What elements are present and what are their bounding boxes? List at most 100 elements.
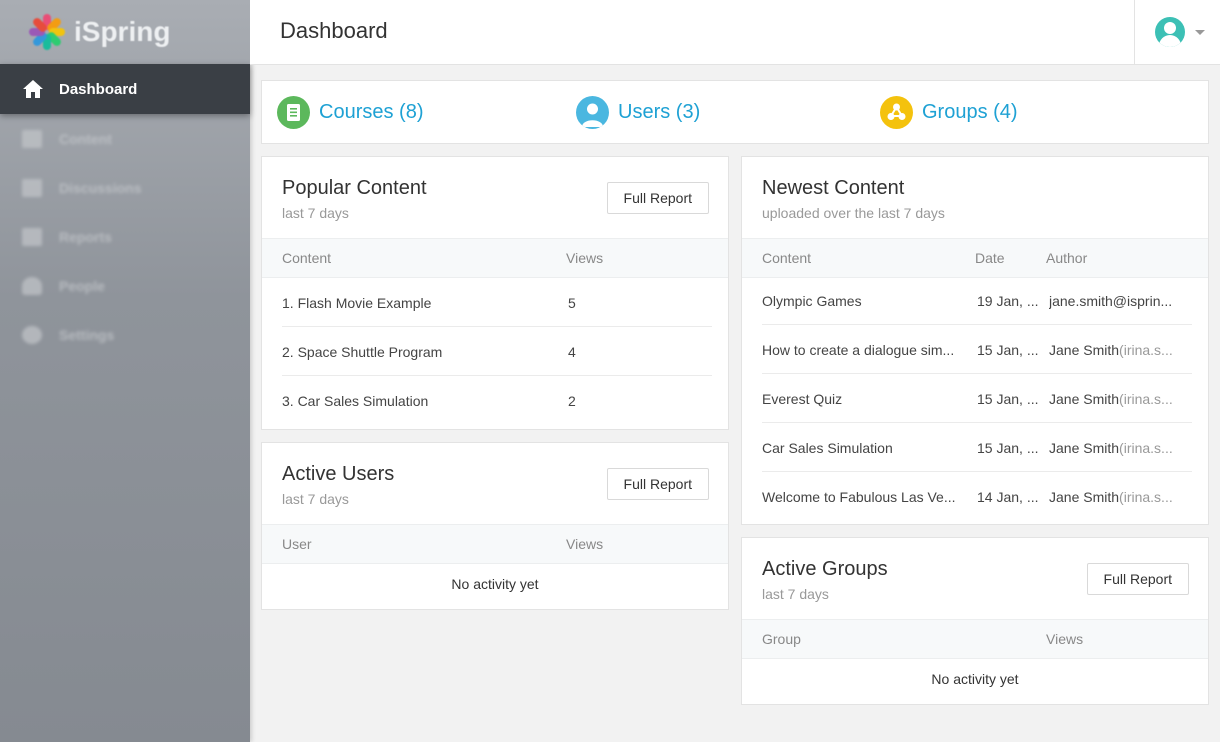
- table-row[interactable]: Everest Quiz 15 Jan, ... Jane Smith(irin…: [762, 374, 1192, 423]
- courses-link[interactable]: Courses (8): [277, 96, 423, 129]
- panel-subtitle: last 7 days: [762, 586, 829, 602]
- popular-content-panel: Popular Content last 7 days Full Report …: [261, 156, 729, 430]
- views-cell: 5: [568, 295, 576, 311]
- author-name: Jane Smith: [1049, 489, 1120, 505]
- sidebar-item-settings[interactable]: Settings: [0, 310, 250, 359]
- author-login: (irina.s...: [1119, 440, 1173, 456]
- author-login: (irina.s...: [1119, 342, 1173, 358]
- content-cell[interactable]: 3. Car Sales Simulation: [282, 393, 428, 409]
- page-title: Dashboard: [280, 18, 388, 43]
- panel-title: Popular Content: [282, 177, 427, 199]
- column-header-views[interactable]: Views: [1046, 631, 1083, 647]
- summary-bar: Courses (8) Users (3) Groups (4): [261, 80, 1209, 144]
- table-row[interactable]: Olympic Games 19 Jan, ... jane.smith@isp…: [762, 276, 1192, 325]
- empty-state: No activity yet: [451, 576, 539, 592]
- panel-subtitle: last 7 days: [282, 205, 349, 221]
- sidebar-item-people[interactable]: People: [0, 261, 250, 310]
- users-icon: [576, 96, 609, 129]
- table-header: User Views: [262, 524, 728, 564]
- home-icon: [23, 80, 43, 98]
- full-report-button[interactable]: Full Report: [1086, 563, 1189, 595]
- author-cell: Jane Smith(irina.s...: [1049, 342, 1192, 358]
- users-link[interactable]: Users (3): [576, 96, 700, 129]
- column-header-user[interactable]: User: [282, 536, 312, 552]
- content-cell[interactable]: Car Sales Simulation: [762, 440, 972, 456]
- brand-name: iSpring: [74, 16, 171, 47]
- column-header-group[interactable]: Group: [762, 631, 801, 647]
- date-cell: 15 Jan, ...: [977, 391, 1039, 407]
- sidebar-item-label: Reports: [59, 228, 112, 245]
- active-groups-panel: Active Groups last 7 days Full Report Gr…: [741, 537, 1209, 705]
- content-icon: [22, 129, 42, 148]
- author-cell: jane.smith@isprin...: [1049, 293, 1192, 309]
- views-cell: 4: [568, 344, 576, 360]
- table-row[interactable]: 2. Space Shuttle Program 4: [282, 327, 712, 376]
- user-menu[interactable]: [1134, 0, 1220, 64]
- sidebar-item-label: Settings: [59, 326, 115, 343]
- sidebar-item-label: Discussions: [59, 179, 142, 196]
- table-header: Content Date Author: [742, 238, 1208, 278]
- date-cell: 14 Jan, ...: [977, 489, 1039, 505]
- column-header-author[interactable]: Author: [1046, 250, 1087, 266]
- column-header-content[interactable]: Content: [282, 250, 331, 266]
- content-cell[interactable]: 1. Flash Movie Example: [282, 295, 431, 311]
- date-cell: 15 Jan, ...: [977, 342, 1039, 358]
- table-header: Group Views: [742, 619, 1208, 659]
- author-name: jane.smith@isprin...: [1049, 293, 1173, 309]
- avatar[interactable]: [1155, 17, 1185, 47]
- full-report-button[interactable]: Full Report: [606, 182, 709, 214]
- groups-count[interactable]: Groups (4): [922, 101, 1018, 124]
- panel-subtitle: uploaded over the last 7 days: [762, 205, 945, 221]
- author-cell: Jane Smith(irina.s...: [1049, 391, 1192, 407]
- table-header: Content Views: [262, 238, 728, 278]
- sidebar: iSpring Dashboard Content Discussions Re…: [0, 0, 250, 742]
- sidebar-item-dashboard[interactable]: Dashboard: [0, 64, 250, 114]
- sidebar-item-content[interactable]: Content: [0, 114, 250, 163]
- sidebar-item-reports[interactable]: Reports: [0, 212, 250, 261]
- people-icon: [22, 276, 42, 295]
- full-report-button[interactable]: Full Report: [606, 468, 709, 500]
- brand-logo[interactable]: iSpring: [0, 0, 250, 64]
- sidebar-item-label: People: [59, 277, 105, 294]
- author-cell: Jane Smith(irina.s...: [1049, 489, 1192, 505]
- top-header: Dashboard: [250, 0, 1220, 65]
- content-cell[interactable]: How to create a dialogue sim...: [762, 342, 972, 358]
- content-cell[interactable]: Olympic Games: [762, 293, 972, 309]
- column-header-views[interactable]: Views: [566, 250, 603, 266]
- chevron-down-icon[interactable]: [1195, 29, 1205, 35]
- reports-icon: [22, 227, 42, 246]
- settings-icon: [22, 325, 42, 344]
- discussions-icon: [22, 178, 42, 197]
- panel-title: Newest Content: [762, 177, 905, 199]
- table-row[interactable]: 3. Car Sales Simulation 2: [282, 376, 712, 425]
- column-header-content[interactable]: Content: [762, 250, 811, 266]
- sidebar-item-label: Dashboard: [59, 80, 138, 98]
- table-row[interactable]: How to create a dialogue sim... 15 Jan, …: [762, 325, 1192, 374]
- views-cell: 2: [568, 393, 576, 409]
- date-cell: 19 Jan, ...: [977, 293, 1039, 309]
- author-name: Jane Smith: [1049, 440, 1120, 456]
- content-cell[interactable]: 2. Space Shuttle Program: [282, 344, 442, 360]
- table-row[interactable]: Welcome to Fabulous Las Ve... 14 Jan, ..…: [762, 472, 1192, 521]
- users-count[interactable]: Users (3): [618, 101, 700, 124]
- column-header-date[interactable]: Date: [975, 250, 1005, 266]
- sidebar-item-label: Content: [59, 130, 112, 147]
- active-users-panel: Active Users last 7 days Full Report Use…: [261, 442, 729, 610]
- column-header-views[interactable]: Views: [566, 536, 603, 552]
- author-cell: Jane Smith(irina.s...: [1049, 440, 1192, 456]
- panel-title: Active Groups: [762, 558, 888, 580]
- groups-icon: [880, 96, 913, 129]
- groups-link[interactable]: Groups (4): [880, 96, 1018, 129]
- table-row[interactable]: Car Sales Simulation 15 Jan, ... Jane Sm…: [762, 423, 1192, 472]
- courses-count[interactable]: Courses (8): [319, 101, 423, 124]
- content-cell[interactable]: Welcome to Fabulous Las Ve...: [762, 489, 972, 505]
- author-login: (irina.s...: [1119, 391, 1173, 407]
- author-name: Jane Smith: [1049, 342, 1120, 358]
- table-row[interactable]: 1. Flash Movie Example 5: [282, 278, 712, 327]
- content-cell[interactable]: Everest Quiz: [762, 391, 972, 407]
- sidebar-item-discussions[interactable]: Discussions: [0, 163, 250, 212]
- author-name: Jane Smith: [1049, 391, 1120, 407]
- date-cell: 15 Jan, ...: [977, 440, 1039, 456]
- panel-title: Active Users: [282, 463, 395, 485]
- courses-icon: [277, 96, 310, 129]
